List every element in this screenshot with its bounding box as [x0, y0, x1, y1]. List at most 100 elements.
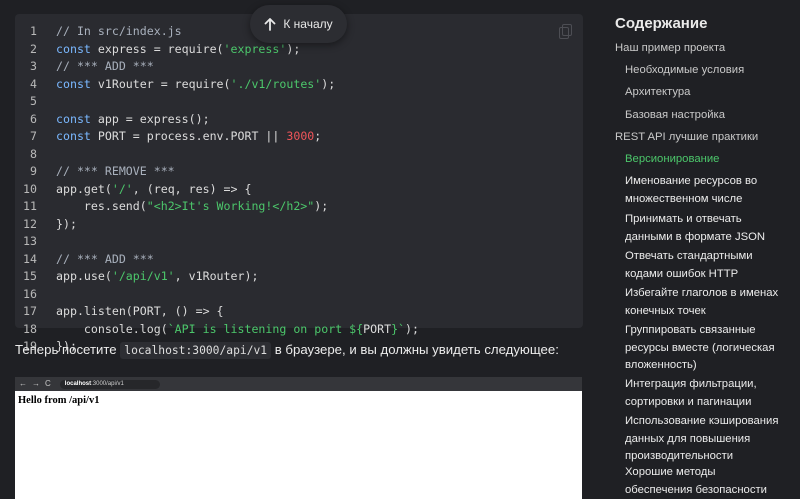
- code-token: 3000: [286, 129, 315, 143]
- toc-link[interactable]: Избегайте глаголов в именах конечных точе…: [625, 285, 778, 320]
- line-number: 7: [30, 129, 37, 143]
- toc-link[interactable]: Отвечать стандартными кодами ошибок HTTP: [625, 248, 753, 283]
- toc-link[interactable]: Архитектура: [625, 84, 690, 102]
- code-token: // *** ADD ***: [56, 251, 154, 266]
- line-number: 18: [23, 321, 37, 336]
- inline-code-url: localhost:3000/api/v1: [120, 342, 272, 359]
- code-token: const: [56, 111, 91, 126]
- code-token: );: [321, 76, 336, 91]
- code-token: app.use(: [56, 269, 112, 283]
- code-token: );: [314, 199, 329, 213]
- code-line: 4 const v1Router = require('./v1/routes')…: [15, 76, 583, 94]
- toc-link-line: производительности: [625, 450, 734, 462]
- line-number: 13: [23, 234, 37, 248]
- toc-link[interactable]: Интеграция фильтрации, сортировки и пагин…: [625, 376, 757, 411]
- code-token: "<h2>It's Working!</h2>": [146, 199, 315, 213]
- code-token: });: [56, 216, 77, 231]
- line-number: 5: [30, 94, 37, 108]
- line-number: 15: [23, 269, 37, 283]
- code-line: 15 app.use('/api/v1', v1Router);: [15, 268, 583, 286]
- toc-link-line: конечных точек: [625, 304, 706, 317]
- toc-link[interactable]: Базовая настройка: [625, 107, 725, 125]
- code-token: );: [286, 41, 301, 56]
- code-line: 7 const PORT = process.env.PORT || 3000;: [15, 128, 583, 146]
- toc-link[interactable]: Хорошие методы обеспечения безопасности: [625, 464, 767, 499]
- toc-link[interactable]: REST API лучшие практики: [615, 129, 758, 147]
- code-line: 3 // *** ADD ***: [15, 58, 583, 76]
- code-line: 17 app.listen(PORT, () => {: [15, 303, 583, 321]
- instruction-paragraph: Теперь посетите localhost:3000/api/v1 в …: [15, 342, 585, 359]
- code-lines: 1 // In src/index.js 2 const express = requ…: [15, 23, 583, 356]
- code-token: res.send(: [56, 199, 147, 213]
- arrow-up-icon: [264, 17, 276, 31]
- copy-icon[interactable]: [559, 24, 573, 40]
- code-token: app.listen(PORT, () => {: [56, 304, 224, 318]
- toc-title: Содержание: [615, 15, 708, 32]
- line-number: 6: [30, 111, 37, 126]
- back-to-top-label: К началу: [283, 17, 333, 31]
- code-line: 16: [15, 286, 583, 304]
- toc-link-line: сортировки и пагинации: [625, 395, 752, 408]
- toc-link[interactable]: Именование ресурсов во множественном числ…: [625, 173, 757, 208]
- code-token: v1Router = require(: [90, 76, 231, 91]
- toc-link-line: Отвечать стандартными: [625, 250, 753, 262]
- code-token: , v1Router);: [174, 269, 259, 283]
- line-number: 4: [30, 76, 37, 91]
- reload-icon: C: [45, 379, 51, 388]
- line-number: 10: [23, 181, 37, 196]
- code-line: 10 app.get('/', (req, res) => {: [15, 181, 583, 199]
- code-token: );: [405, 321, 419, 336]
- code-line: 11 res.send("<h2>It's Working!</h2>");: [15, 198, 583, 216]
- toc-link[interactable]: Необходимые условия: [625, 62, 744, 80]
- toc-link-line: Принимать и отвечать: [625, 213, 742, 225]
- back-arrow-icon: ←: [19, 379, 27, 388]
- toc-link-line: Версионирование: [625, 153, 720, 165]
- toc-link-line: Хорошие методы: [625, 466, 716, 478]
- back-to-top-button[interactable]: К началу: [250, 5, 347, 43]
- code-line: 13: [15, 233, 583, 251]
- paragraph-text-before: Теперь посетите: [15, 342, 121, 357]
- line-number: 17: [23, 304, 37, 318]
- code-line: 18 console.log(`API is listening on port…: [15, 321, 583, 339]
- code-token: const: [56, 76, 91, 91]
- code-token: app = express();: [90, 111, 210, 126]
- code-token: // *** REMOVE ***: [56, 164, 175, 178]
- toc-link-line: данных для повышения: [625, 432, 751, 445]
- line-number: 9: [30, 164, 37, 178]
- code-token: PORT: [363, 321, 392, 336]
- browser-screenshot: ← → C localhost:3000/api/v1 Hello from /…: [15, 377, 582, 499]
- toc-link[interactable]: Группировать связанные ресурсы вместе (ло…: [625, 322, 775, 375]
- browser-toolbar: ← → C localhost:3000/api/v1: [15, 377, 582, 391]
- toc-link-line: кодами ошибок HTTP: [625, 267, 739, 280]
- toc-link-line: Именование ресурсов во: [625, 175, 758, 187]
- toc-link[interactable]: Принимать и отвечать данными в формате JS…: [625, 211, 765, 246]
- toc-link-line: Интеграция фильтрации,: [625, 378, 757, 390]
- toc-link-line: Архитектура: [625, 86, 691, 98]
- toc-link-line: REST API лучшие практики: [615, 131, 759, 143]
- toc-link[interactable]: Использование кэширования данных для повы…: [625, 413, 778, 466]
- code-line: 12});: [15, 216, 583, 234]
- forward-arrow-icon: →: [32, 379, 40, 388]
- toc-link[interactable]: Версионирование: [625, 151, 719, 169]
- toc-link[interactable]: Наш пример проекта: [615, 40, 725, 58]
- code-token: console.log(: [56, 321, 168, 336]
- line-number: 11: [23, 199, 37, 213]
- line-number: 16: [23, 286, 37, 301]
- toc-link-line: Использование кэширования: [625, 415, 779, 427]
- toc-link-line: Избегайте глаголов в именах: [625, 287, 779, 299]
- line-number: 14: [23, 251, 37, 266]
- code-line: 6 const app = express();: [15, 111, 583, 129]
- code-token: '/': [111, 181, 133, 196]
- code-token: }`: [391, 321, 406, 336]
- code-line: 8: [15, 146, 583, 164]
- toc-link-line: вложенность): [625, 359, 697, 371]
- toc-link-line: ресурсы вместе (логическая: [625, 341, 775, 354]
- code-token: , (req, res) => {: [132, 181, 252, 196]
- code-block: 1 // In src/index.js 2 const express = requ…: [15, 14, 583, 353]
- code-token: 'express': [223, 41, 287, 56]
- code-token: '/api/v1': [111, 269, 175, 283]
- code-token: const: [56, 129, 91, 143]
- code-token: // *** ADD ***: [56, 59, 154, 73]
- toc-link-line: Группировать связанные: [625, 324, 756, 336]
- code-token: const: [56, 41, 91, 56]
